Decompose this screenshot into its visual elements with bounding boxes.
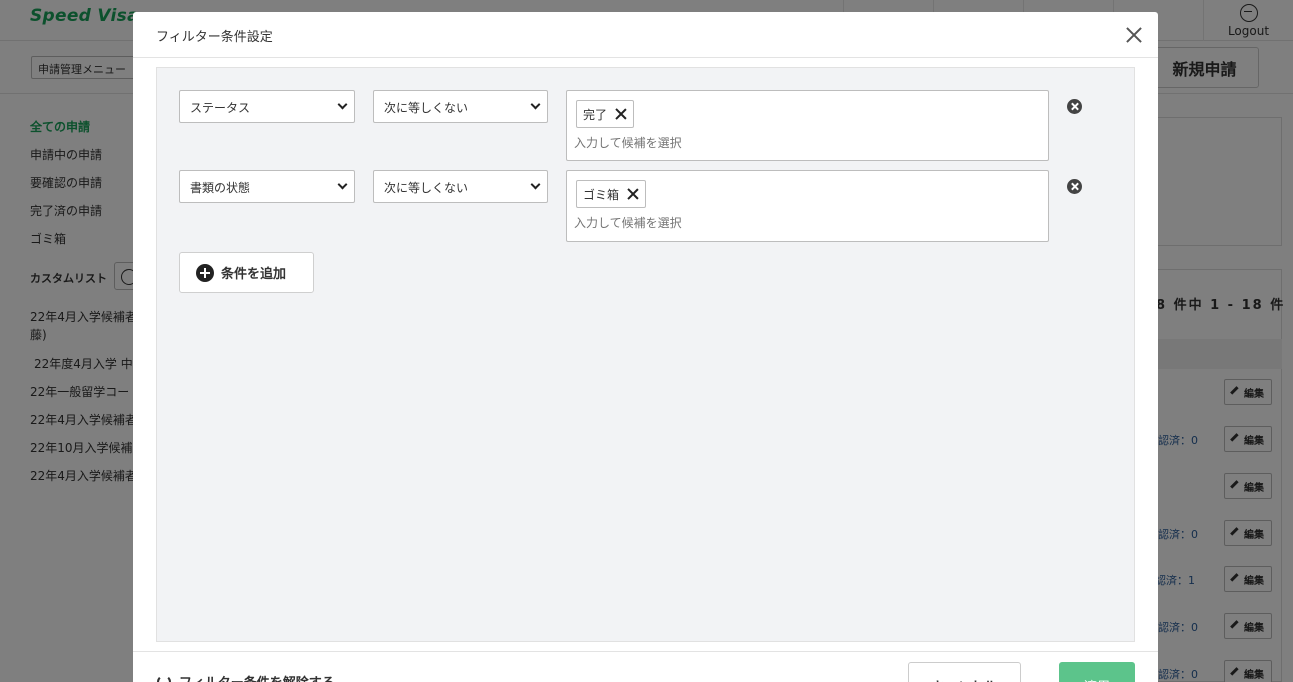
filter-conditions-area: ステータス 次に等しくない 完了 書類の状態 次に等しくない ゴミ箱	[156, 67, 1135, 642]
value-tag-input[interactable]: ゴミ箱	[566, 170, 1049, 242]
apply-button[interactable]: 適用	[1059, 662, 1135, 682]
plus-circle-icon	[196, 263, 214, 282]
remove-tag-icon[interactable]	[627, 188, 639, 200]
add-condition-label: 条件を追加	[221, 267, 287, 282]
value-tag-label: 完了	[583, 107, 608, 122]
operator-select-value: 次に等しくない	[384, 181, 469, 195]
add-condition-button[interactable]: 条件を追加	[179, 252, 314, 293]
chevron-down-icon	[530, 179, 541, 190]
field-select-value: 書類の状態	[190, 181, 251, 195]
field-select[interactable]: 書類の状態	[179, 170, 355, 203]
modal-header: フィルター条件設定	[133, 12, 1158, 58]
operator-select[interactable]: 次に等しくない	[373, 90, 548, 123]
field-select-value: ステータス	[190, 101, 251, 115]
refresh-icon	[157, 674, 171, 682]
close-icon[interactable]	[1123, 24, 1145, 46]
remove-condition-icon[interactable]	[1067, 179, 1082, 194]
remove-tag-icon[interactable]	[615, 108, 627, 120]
modal-title: フィルター条件設定	[156, 30, 273, 45]
value-tag-label: ゴミ箱	[583, 187, 620, 202]
operator-select[interactable]: 次に等しくない	[373, 170, 548, 203]
chevron-down-icon	[337, 179, 348, 190]
value-search-input[interactable]	[574, 216, 874, 230]
operator-select-value: 次に等しくない	[384, 101, 469, 115]
value-tag: ゴミ箱	[576, 180, 647, 208]
clear-filter-button[interactable]: フィルター条件を解除する	[157, 672, 335, 682]
modal-footer: フィルター条件を解除する キャンセル 適用	[133, 651, 1158, 682]
chevron-down-icon	[337, 99, 348, 110]
value-tag-input[interactable]: 完了	[566, 90, 1049, 161]
field-select[interactable]: ステータス	[179, 90, 355, 123]
clear-filter-label: フィルター条件を解除する	[179, 672, 335, 682]
value-search-input[interactable]	[574, 136, 874, 150]
remove-condition-icon[interactable]	[1067, 99, 1082, 114]
cancel-button[interactable]: キャンセル	[908, 662, 1021, 682]
filter-modal: フィルター条件設定 ステータス 次に等しくない 完了 書類の状態 次に等しくない	[133, 12, 1158, 682]
chevron-down-icon	[530, 99, 541, 110]
value-tag: 完了	[576, 100, 635, 128]
